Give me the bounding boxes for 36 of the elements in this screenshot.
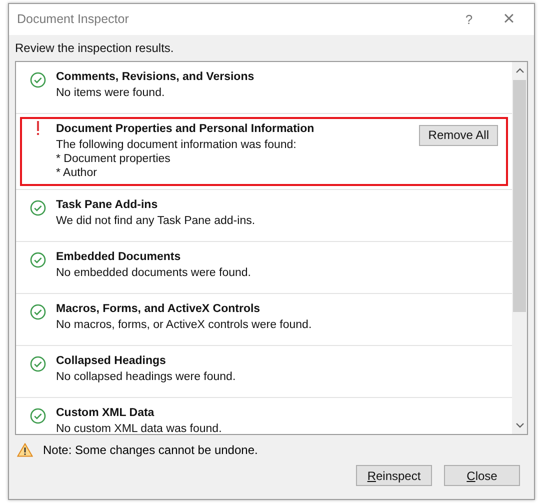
note-text: Note: Some changes cannot be undone. <box>43 443 258 457</box>
result-text: No embedded documents were found. <box>56 266 252 280</box>
result-text: No macros, forms, or ActiveX controls were found. <box>56 318 313 332</box>
result-title: Collapsed Headings <box>56 354 167 368</box>
result-text: We did not find any Task Pane add-ins. <box>56 214 256 228</box>
scroll-up-icon[interactable] <box>516 68 524 73</box>
result-text: * Document properties <box>56 152 172 166</box>
help-button[interactable]: ? <box>454 12 484 27</box>
check-circle-icon <box>30 408 46 424</box>
check-circle-icon <box>30 72 46 88</box>
scroll-thumb[interactable] <box>513 80 526 312</box>
result-title: Custom XML Data <box>56 406 156 420</box>
result-text: No collapsed headings were found. <box>56 370 237 384</box>
remove-all-button[interactable]: Remove All <box>419 124 498 146</box>
check-circle-icon <box>30 356 46 372</box>
result-text: No custom XML data was found. <box>56 422 223 434</box>
check-circle-icon <box>30 200 46 216</box>
reinspect-button[interactable]: Reinspect <box>356 465 432 486</box>
check-circle-icon <box>30 304 46 320</box>
result-title: Macros, Forms, and ActiveX Controls <box>56 302 262 316</box>
instruction-text: Review the inspection results. <box>14 40 175 57</box>
result-text: The following document information was found: <box>56 138 298 152</box>
result-text: No items were found. <box>56 86 166 100</box>
result-title: Document Properties and Personal Information <box>56 122 316 136</box>
result-title: Embedded Documents <box>56 250 182 264</box>
exclamation-icon <box>36 120 40 136</box>
close-button[interactable]: × <box>494 8 524 31</box>
close-dialog-button[interactable]: Close <box>444 465 520 486</box>
check-circle-icon <box>30 252 46 268</box>
warning-icon <box>17 443 33 457</box>
scroll-down-icon[interactable] <box>516 423 524 428</box>
result-title: Task Pane Add-ins <box>56 198 159 212</box>
result-text: * Author <box>56 166 98 180</box>
window-title: Document Inspector <box>17 12 130 26</box>
result-title: Comments, Revisions, and Versions <box>56 70 256 84</box>
scrollbar[interactable] <box>512 62 527 434</box>
